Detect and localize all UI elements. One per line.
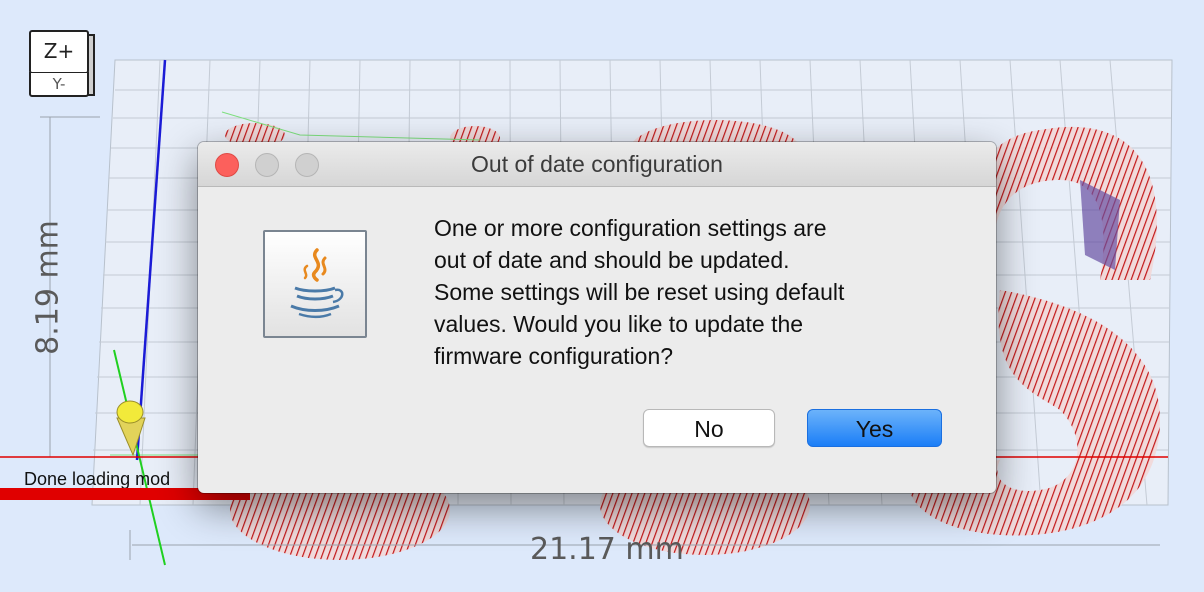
no-button[interactable]: No [643, 409, 775, 447]
dialog-message: One or more configuration settings are o… [434, 212, 974, 372]
dialog-titlebar[interactable]: Out of date configuration [198, 142, 996, 187]
message-line: firmware configuration? [434, 343, 674, 369]
height-dimension-text: 8.19 mm [30, 220, 66, 355]
view-cube-top-face[interactable]: Z+ [29, 30, 89, 74]
view-orientation-cube[interactable]: Z+ Y- [25, 28, 95, 100]
width-dimension-label: 21.17 mm [530, 532, 684, 567]
message-line: out of date and should be updated. [434, 247, 790, 273]
message-line: values. Would you like to update the [434, 311, 804, 337]
height-dimension-label: 8.19 mm [18, 200, 78, 370]
view-cube-front-face[interactable]: Y- [29, 72, 89, 97]
yes-button[interactable]: Yes [807, 409, 942, 447]
status-message: Done loading mod [24, 469, 171, 489]
dialog-title: Out of date configuration [471, 151, 723, 177]
java-coffee-cup-icon [263, 230, 367, 338]
message-line: Some settings will be reset using defaul… [434, 279, 845, 305]
message-line: One or more configuration settings are [434, 215, 827, 241]
out-of-date-configuration-dialog: Out of date configuration One or more co… [198, 142, 996, 493]
